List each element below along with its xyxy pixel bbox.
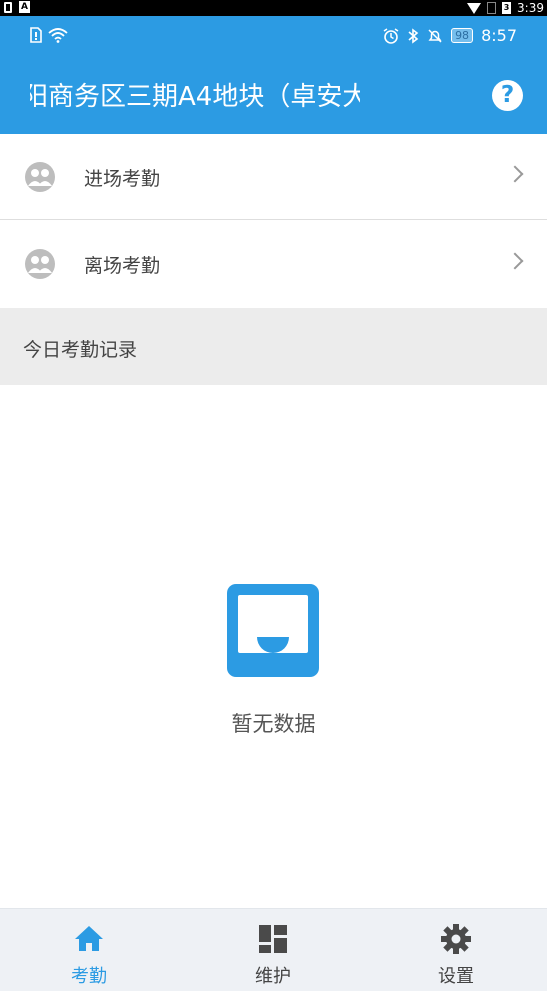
mute-bell-icon — [428, 28, 442, 43]
home-icon — [75, 926, 103, 951]
app-header: 98 8:57 阳商务区三期A4地块（卓安大厦） ? — [0, 16, 547, 134]
battery-icon: 3 — [502, 2, 512, 14]
gear-icon — [441, 924, 471, 954]
chevron-right-icon — [506, 252, 524, 270]
sim-icon — [487, 2, 497, 14]
wifi-icon — [467, 2, 482, 14]
nav-label: 设置 — [438, 966, 474, 987]
nav-label: 考勤 — [71, 966, 107, 987]
nav-label: 维护 — [255, 966, 291, 987]
device-time: 8:57 — [481, 26, 517, 45]
title-container: 阳商务区三期A4地块（卓安大厦） — [30, 78, 360, 118]
battery-indicator: 98 — [451, 28, 474, 43]
nav-tab-attendance[interactable]: 考勤 — [29, 909, 149, 991]
menu-item-label: 进场考勤 — [84, 168, 161, 190]
lock-icon — [4, 1, 12, 13]
system-time: 3:39 — [517, 1, 544, 15]
nav-tab-settings[interactable]: 设置 — [396, 909, 516, 991]
section-header: 今日考勤记录 — [0, 308, 547, 385]
bluetooth-icon — [408, 27, 419, 44]
nav-tab-maintenance[interactable]: 维护 — [213, 909, 333, 991]
menu-item-label: 离场考勤 — [84, 255, 161, 277]
a-icon: A — [19, 1, 30, 13]
help-button[interactable]: ? — [492, 80, 523, 111]
chevron-right-icon — [506, 165, 524, 183]
user-group-icon — [25, 249, 55, 279]
system-status-bar: A 3 3:39 — [0, 0, 547, 16]
empty-state-text: 暂无数据 — [231, 712, 316, 736]
dashboard-icon — [259, 925, 287, 953]
menu-item-check-out[interactable]: 离场考勤 — [0, 221, 547, 307]
device-status-bar: 98 8:57 — [0, 16, 547, 56]
page-title: 阳商务区三期A4地块（卓安大厦） — [30, 82, 360, 112]
sim-card-icon — [30, 27, 42, 43]
section-title: 今日考勤记录 — [23, 339, 138, 361]
alarm-icon — [383, 27, 399, 44]
wifi-signal-icon — [48, 28, 68, 43]
empty-inbox-icon — [227, 584, 319, 677]
menu-item-check-in[interactable]: 进场考勤 — [0, 134, 547, 220]
bottom-navigation: 考勤 维护 设置 — [0, 908, 547, 991]
user-group-icon — [25, 162, 55, 192]
